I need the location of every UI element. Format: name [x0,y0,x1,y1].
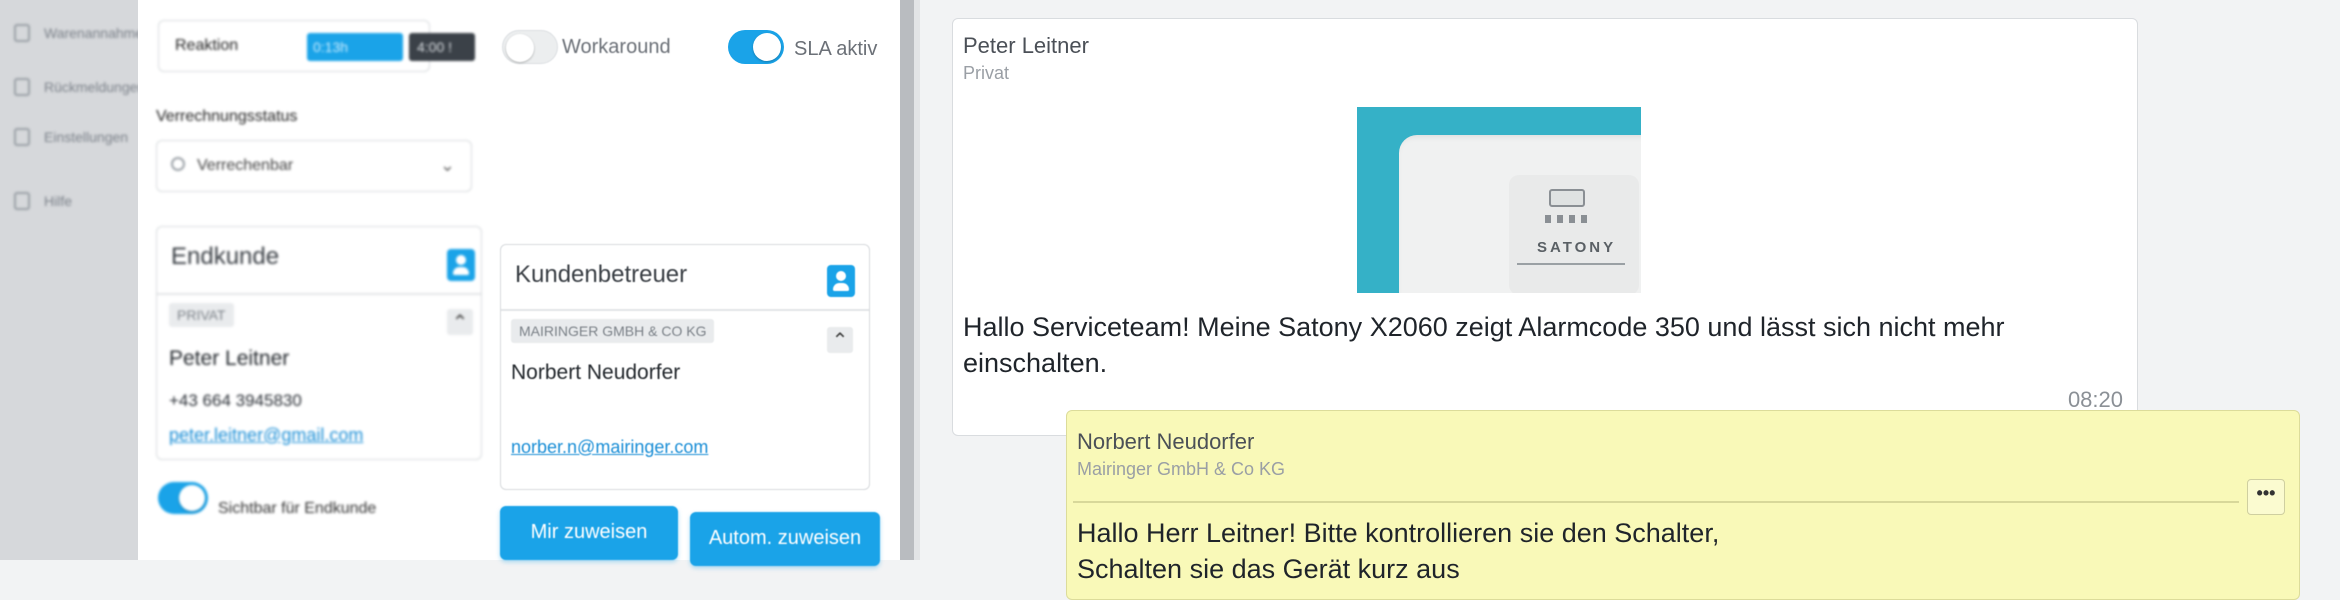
message-sender-sub: Mairinger GmbH & Co KG [1077,459,1286,479]
nav-item-label: Warenannahme [44,25,144,41]
box-icon [14,78,30,96]
panel-divider[interactable] [900,0,914,560]
product-image[interactable]: SATONY [1357,107,1641,293]
search-icon [171,157,185,171]
chevron-down-icon: ⌄ [439,155,455,175]
message-sender: Norbert Neudorfer [1077,429,1255,454]
workaround-label: Workaround [562,36,671,58]
reaction-limit: 4:00 ! [409,33,475,61]
message-text-line: einschalten. [963,348,1108,378]
gear-icon [14,128,30,146]
person-icon[interactable] [827,265,855,297]
collapse-icon[interactable]: ⌃ [827,327,853,353]
endcustomer-phone: +43 664 3945830 [169,391,302,410]
message-menu-button[interactable]: ••• [2247,479,2285,515]
endcustomer-card: Endkunde PRIVAT ⌃ Peter Leitner +43 664 … [156,226,482,460]
collapse-icon[interactable]: ⌃ [447,309,473,335]
reaction-value: 0:13h [307,33,403,61]
account-manager-title: Kundenbetreuer [515,261,688,288]
sla-toggle[interactable] [728,30,784,64]
nav-item-hilfe[interactable]: Hilfe [14,192,72,210]
message-sender: Peter Leitner [963,33,1089,58]
endcustomer-title: Endkunde [171,243,280,270]
sla-label: SLA aktiv [794,38,878,60]
company-tag: MAIRINGER GMBH & CO KG [511,319,715,343]
message-text-line: Hallo Herr Leitner! Bitte kontrollieren … [1077,518,1720,548]
endcustomer-name: Peter Leitner [169,347,290,370]
workaround-toggle[interactable] [502,30,558,64]
side-navigation: Warenannahme Rückmeldungen Einstellungen… [0,0,145,560]
endcustomer-email-link[interactable]: peter.leitner@gmail.com [169,425,363,446]
nav-item-label: Rückmeldungen [44,79,146,95]
agent-message: Norbert Neudorfer Mairinger GmbH & Co KG… [1066,410,2300,600]
nav-item-label: Hilfe [44,193,73,209]
nav-item-einstellungen[interactable]: Einstellungen [14,128,128,146]
account-manager-email-link[interactable]: norber.n@mairinger.com [511,437,708,458]
nav-item-warenannahme[interactable]: Warenannahme [14,24,143,42]
visible-for-customer-label: Sichtbar für Endkunde [218,500,377,517]
message-text-line: Hallo Serviceteam! Meine Satony X2060 ze… [963,312,2005,342]
box-icon [14,24,30,42]
customer-type-tag: PRIVAT [169,303,234,327]
product-brand: SATONY [1537,239,1617,256]
billing-status-select[interactable]: Verrechenbar ⌄ [156,140,472,192]
reaction-time-field[interactable]: Reaktion 0:13h 4:00 ! [158,20,475,72]
visible-for-customer-toggle[interactable] [158,482,208,514]
help-icon [14,192,30,210]
assign-to-me-button[interactable]: Mir zuweisen [500,506,678,560]
account-manager-name: Norbert Neudorfer [511,361,681,384]
nav-item-rueckmeldungen[interactable]: Rückmeldungen [14,78,145,96]
nav-item-label: Einstellungen [44,129,129,145]
customer-message: Peter Leitner Privat SATONY Hallo Servic… [952,18,2138,436]
message-text-line: Schalten sie das Gerät kurz aus [1077,554,1460,584]
ticket-details-panel: Reaktion 0:13h 4:00 ! Workaround SLA akt… [138,0,900,566]
person-icon[interactable] [447,249,475,281]
auto-assign-button[interactable]: Autom. zuweisen [690,512,880,566]
reaction-label: Reaktion [175,37,239,54]
billing-status-label: Verrechnungsstatus [156,108,298,125]
billing-status-value: Verrechenbar [197,157,294,174]
message-sender-sub: Privat [963,63,1010,83]
account-manager-card: Kundenbetreuer MAIRINGER GMBH & CO KG ⌃ … [500,244,870,490]
